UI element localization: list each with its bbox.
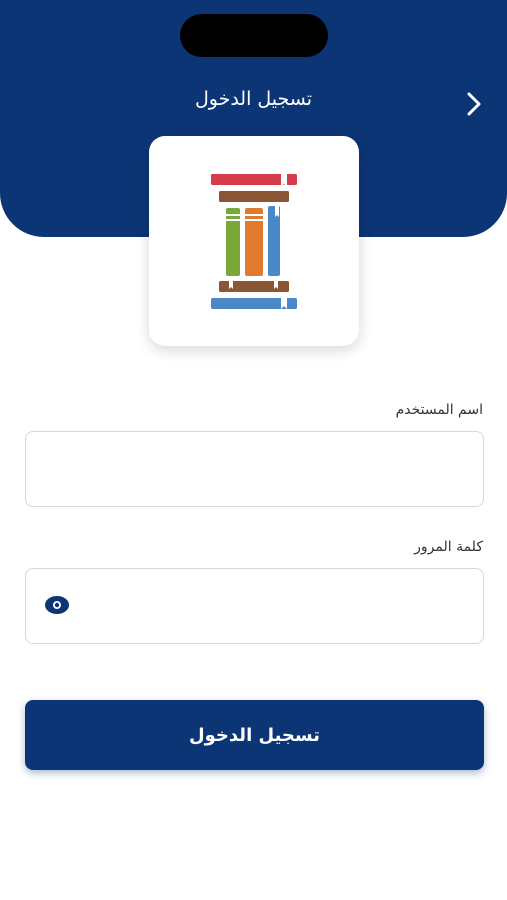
toggle-password-visibility-button[interactable] <box>44 594 70 616</box>
page-title: تسجيل الدخول <box>194 88 313 110</box>
chevron-right-icon <box>467 92 481 116</box>
eye-icon <box>45 596 69 614</box>
password-label: كلمة المرور <box>414 539 483 555</box>
logo-card <box>149 136 359 346</box>
back-button[interactable] <box>458 88 490 120</box>
login-button[interactable]: تسجيل الدخول <box>25 700 484 770</box>
login-screen: تسجيل الدخول اسم المستخدم كلمة المرور تس… <box>0 0 507 900</box>
password-input[interactable] <box>25 568 484 644</box>
books-logo-icon <box>211 174 297 309</box>
username-input[interactable] <box>25 431 484 507</box>
camera-notch <box>180 14 328 57</box>
username-label: اسم المستخدم <box>395 402 483 418</box>
